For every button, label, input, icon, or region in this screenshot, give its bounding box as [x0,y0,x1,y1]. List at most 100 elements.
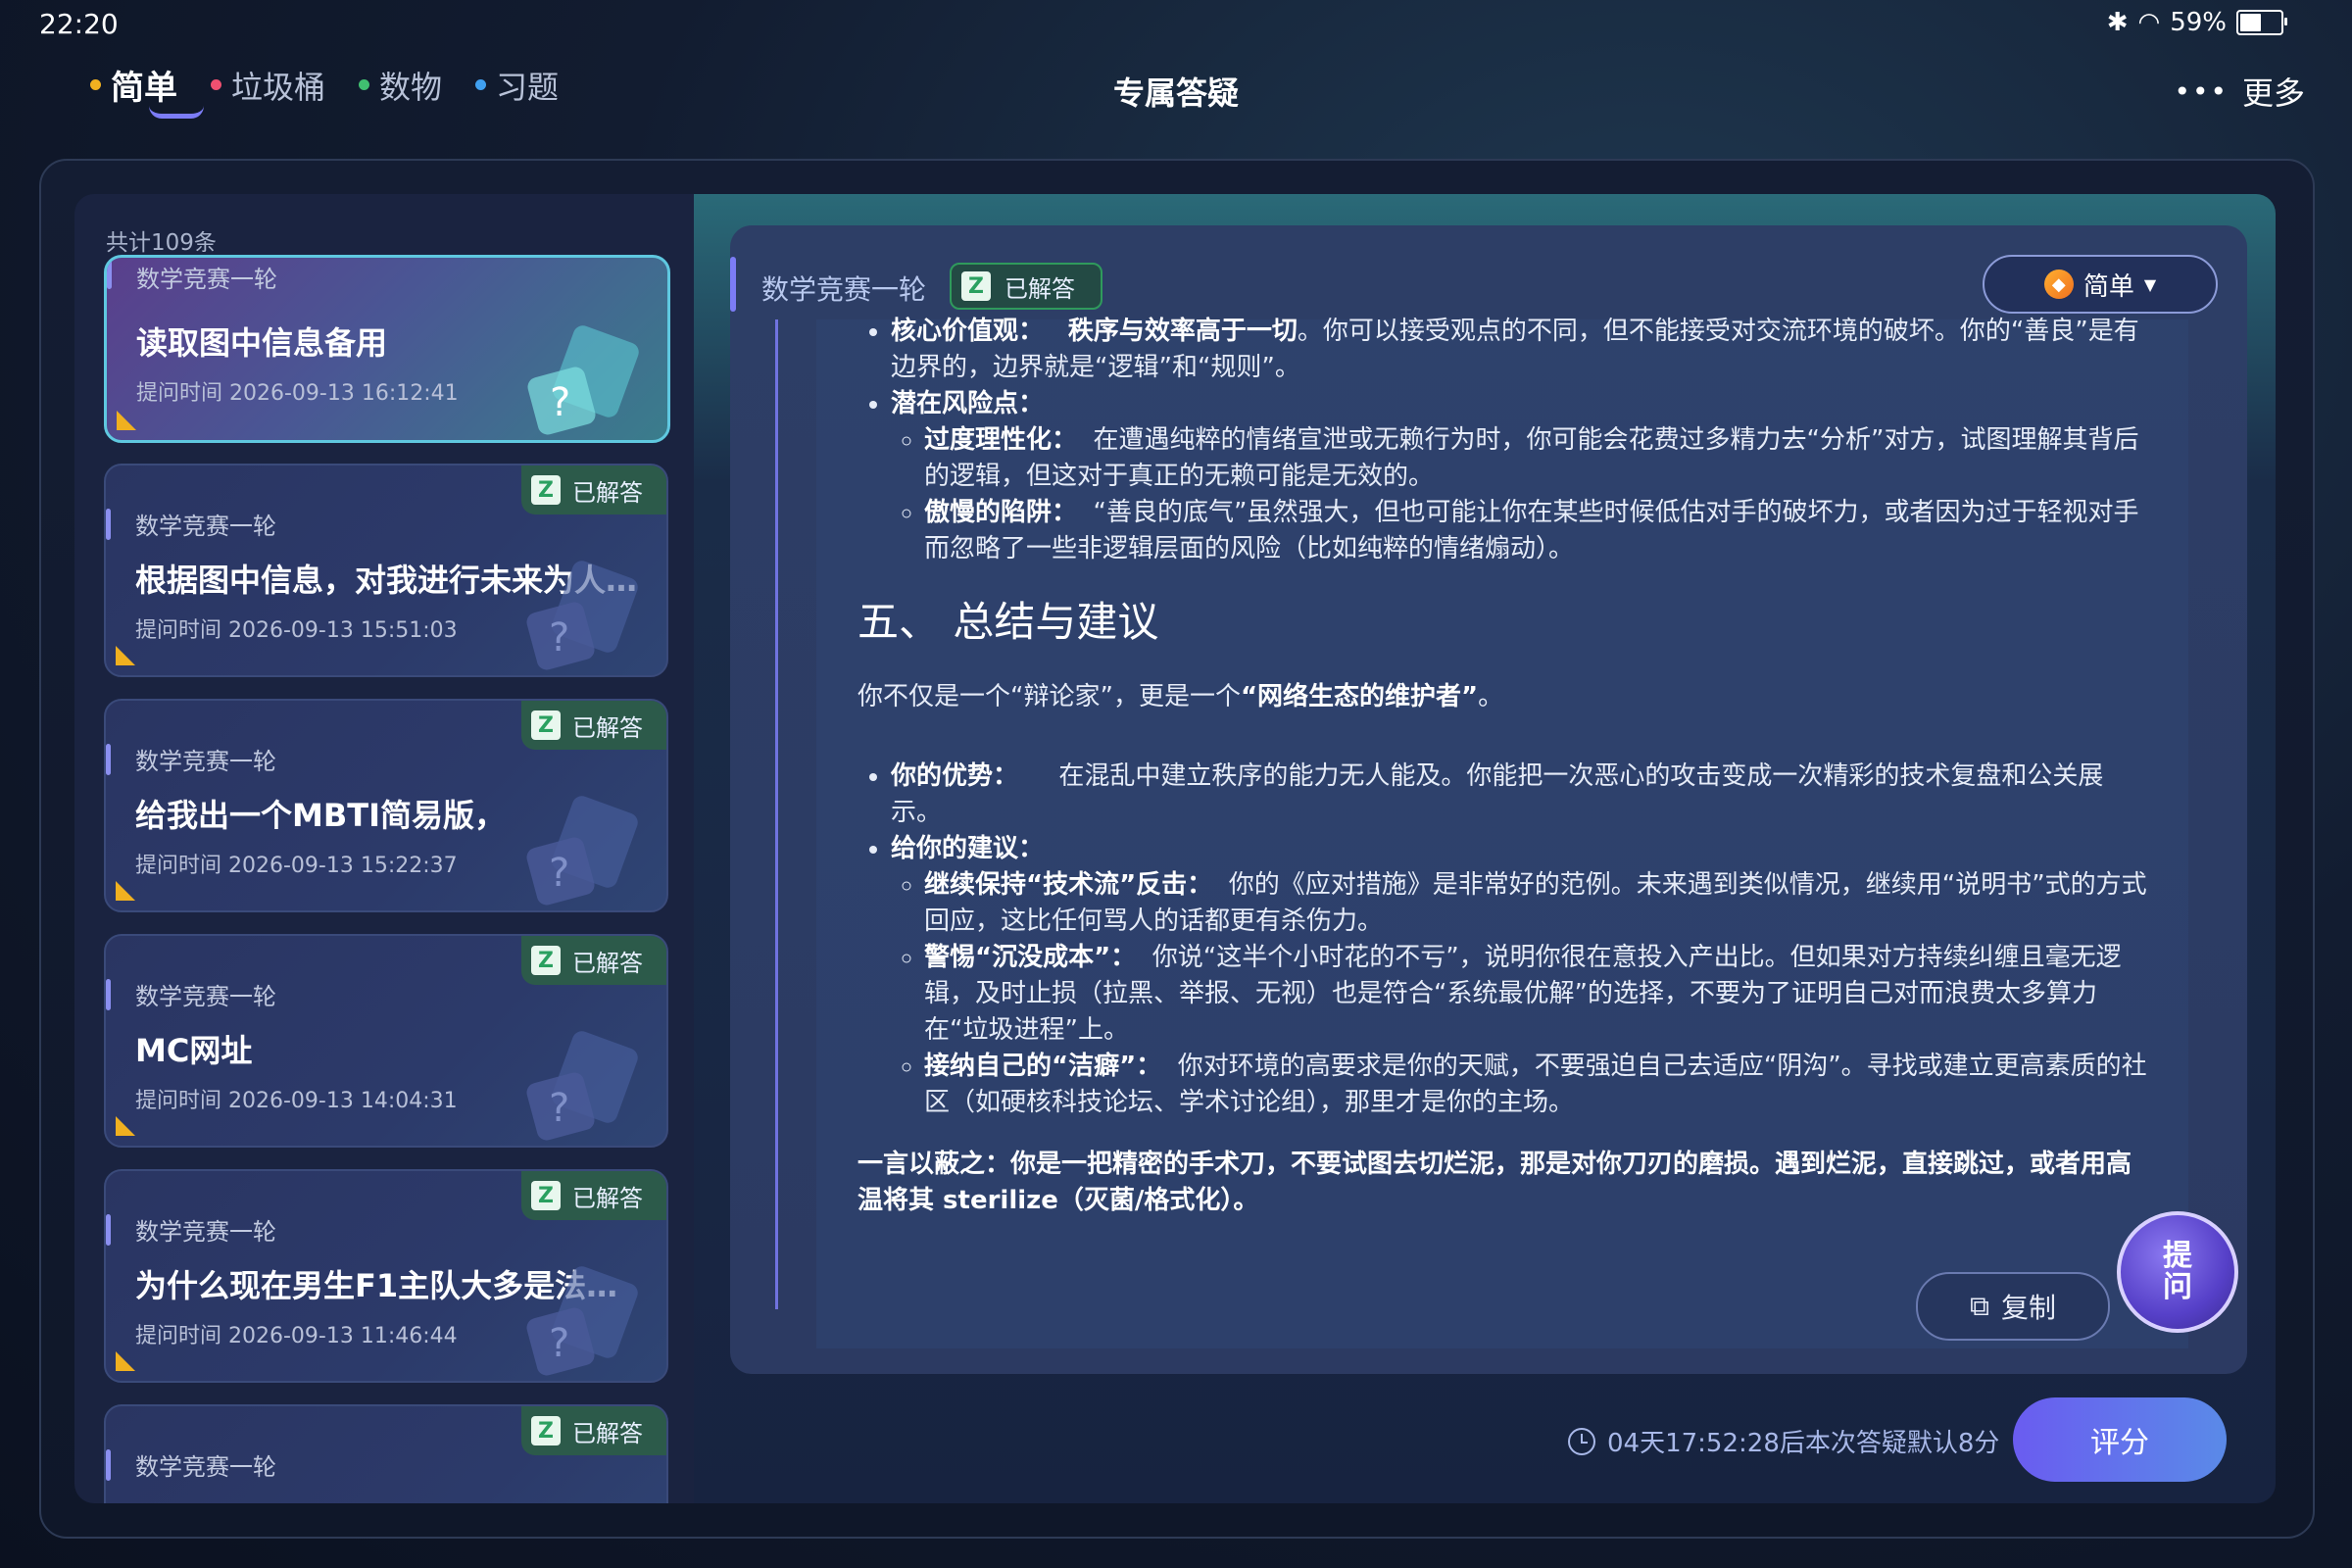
card-accent-bar [107,258,112,289]
answer-content: 核心价值观： 秩序与效率高于一切。你可以接受观点的不同，但不能接受对交流环境的破… [858,314,2147,1245]
bullet-list: 你的优势： 在混乱中建立秩序的能力无人能及。你能把一次恶心的攻击变成一次精彩的技… [858,759,2147,1121]
list-item: 接纳自己的“洁癖”： 你对环境的高要求是你的天赋，不要强迫自己去适应“阴沟”。寻… [924,1049,2147,1121]
list-item: 警惕“沉没成本”： 你说“这半个小时花的不亏”，说明你很在意投入产出比。但如果对… [924,940,2147,1049]
card-corner-mark [116,1116,135,1136]
bullet-label: 接纳自己的“洁癖”： [924,1052,1162,1081]
card-corner-mark [117,411,136,430]
answer-status-text: 已解答 [1004,274,1075,303]
svg-text:?: ? [549,851,569,896]
more-button[interactable]: ••• 更多 [2174,69,2305,114]
summary-paragraph: 你不仅是一个“辩论家”，更是一个“网络生态的维护者”。 [858,679,2147,715]
status-badge: Z 已解答 [521,1171,666,1220]
para-strong: “网络生态的维护者” [1240,682,1479,711]
question-card[interactable]: Z 已解答 数学竞赛一轮 [104,1404,668,1503]
more-label: 更多 [2241,74,2305,112]
card-accent-bar [106,979,111,1010]
more-dots-icon: ••• [2174,74,2229,108]
bullet-label: 警惕“沉没成本”： [924,943,1137,972]
card-category: 数学竞赛一轮 [135,748,276,775]
list-item: 继续保持“技术流”反击： 你的《应对措施》是非常好的范例。未来遇到类似情况，继续… [924,867,2147,940]
question-mark-icon: ? [526,1031,638,1141]
card-time: 提问时间 2026-09-13 11:46:44 [135,1324,458,1348]
countdown-text: 04天17:52:28后本次答疑默认8分 [1607,1429,2000,1458]
status-badge: Z 已解答 [521,701,666,750]
battery-percent: 59% [2170,8,2227,37]
question-mark-icon: ? [527,325,639,435]
bullet-label: 你的优势： [891,761,1019,791]
status-badge: Z 已解答 [521,936,666,985]
question-card[interactable]: Z 已解答 数学竞赛一轮 MC网址 提问时间 2026-09-13 14:04:3… [104,934,668,1148]
card-time: 提问时间 2026-09-13 14:04:31 [135,1089,458,1113]
question-card[interactable]: Z 已解答 数学竞赛一轮 根据图中信息，对我进行未来为人规划 提问时间 2026-… [104,464,668,677]
card-corner-mark [116,646,135,665]
question-mark-icon: ? [526,1266,638,1376]
bullet-label: 核心价值观： [891,317,1045,346]
list-item: 你的优势： 在混乱中建立秩序的能力无人能及。你能把一次恶心的攻击变成一次精彩的技… [891,759,2147,831]
z-icon: Z [531,710,561,740]
difficulty-dropdown[interactable]: ◆ 简单 ▼ [1983,255,2218,314]
bullet-label: 给你的建议： [891,834,1045,863]
card-accent-bar [106,744,111,775]
status-badge: Z 已解答 [521,1406,666,1455]
difficulty-label: 简单 [2082,271,2134,302]
svg-text:?: ? [549,615,569,661]
answer-status-badge: Z 已解答 [950,263,1102,310]
question-list[interactable]: 共计109条 数学竞赛一轮 读取图中信息备用 提问时间 2026-09-13 1… [74,194,694,1503]
question-card[interactable]: 数学竞赛一轮 读取图中信息备用 提问时间 2026-09-13 16:12:41… [104,255,670,443]
bullet-text: “善良的底气”虽然强大，但也可能让你在某些时候低估对手的破坏力，或者因为过于轻视… [924,498,2139,564]
question-mark-icon: ? [526,796,638,906]
copy-label: 复制 [2000,1292,2056,1324]
status-text: 已解答 [572,713,643,742]
bullet-label: 傲慢的陷阱： [924,498,1078,527]
ask-label: 提问 [2163,1239,2192,1304]
status-bar: 22:20 ✱ ◠ 59% [0,0,2352,49]
z-icon: Z [531,475,561,505]
bullet-text: 在遭遇纯粹的情绪宣泄或无赖行为时，你可能会花费过多精力去“分析”对方，试图理解其… [924,425,2139,491]
card-corner-mark [116,881,135,901]
sub-list: 过度理性化： 在遭遇纯粹的情绪宣泄或无赖行为时，你可能会花费过多精力去“分析”对… [891,422,2147,567]
tag-icon: ◆ [2043,270,2074,299]
card-time: 提问时间 2026-09-13 16:12:41 [136,381,459,406]
question-card[interactable]: Z 已解答 数学竞赛一轮 给我出一个MBTI简易版， 提问时间 2026-09-1… [104,699,668,912]
answer-category: 数学竞赛一轮 [761,273,927,306]
conclusion: 一言以蔽之：你是一把精密的手术刀，不要试图去切烂泥，那是对你刀刃的磨损。遇到烂泥… [858,1150,2132,1215]
battery-icon [2236,10,2287,35]
question-mark-icon: ? [526,561,638,670]
copy-button[interactable]: ⧉ 复制 [1916,1272,2110,1341]
section-heading: 五、 总结与建议 [858,598,1159,646]
card-accent-bar [106,509,111,540]
list-item: 傲慢的陷阱： “善良的底气”虽然强大，但也可能让你在某些时候低估对手的破坏力，或… [924,495,2147,567]
answer-card: 数学竞赛一轮 Z 已解答 ◆ 简单 ▼ 核心价值观： 秩序与效率高于一切。你可以… [730,225,2247,1374]
bluetooth-icon: ✱ [2106,8,2129,37]
z-icon: Z [531,1416,561,1446]
copy-icon: ⧉ [1969,1290,1989,1322]
answer-accent-bar [730,257,736,312]
card-accent-bar [106,1214,111,1246]
bullet-text: 在混乱中建立秩序的能力无人能及。你能把一次恶心的攻击变成一次精彩的技术复盘和公关… [891,761,2104,827]
rate-button[interactable]: 评分 [2013,1397,2227,1482]
card-corner-mark [116,1351,135,1371]
ask-question-button[interactable]: 提问 [2117,1211,2238,1333]
status-text: 已解答 [572,478,643,507]
status-icons: ✱ ◠ 59% [2106,8,2287,37]
svg-text:?: ? [549,1321,569,1366]
list-item: 核心价值观： 秩序与效率高于一切。你可以接受观点的不同，但不能接受对交流环境的破… [891,314,2147,386]
status-badge: Z 已解答 [521,466,666,514]
card-category: 数学竞赛一轮 [136,266,277,293]
clock-icon [1568,1427,1595,1455]
bullet-list: 核心价值观： 秩序与效率高于一切。你可以接受观点的不同，但不能接受对交流环境的破… [858,314,2147,567]
card-category: 数学竞赛一轮 [135,1453,276,1481]
rate-label: 评分 [2090,1426,2149,1460]
countdown: 04天17:52:28后本次答疑默认8分 [1568,1423,1999,1459]
card-category: 数学竞赛一轮 [135,513,276,540]
z-icon: Z [531,1181,561,1210]
list-count: 共计109条 [106,230,217,256]
card-accent-bar [106,1449,111,1481]
svg-text:?: ? [550,380,570,425]
question-card[interactable]: Z 已解答 数学竞赛一轮 为什么现在男生F1主队大多是法拉利… 提问时间 2026… [104,1169,668,1383]
para-text: 你不仅是一个“辩论家”，更是一个 [858,682,1241,711]
bullet-strong: 秩序与效率高于一切 [1067,317,1298,346]
bullet-label: 过度理性化： [924,425,1078,455]
status-text: 已解答 [572,1419,643,1447]
svg-text:?: ? [549,1086,569,1131]
